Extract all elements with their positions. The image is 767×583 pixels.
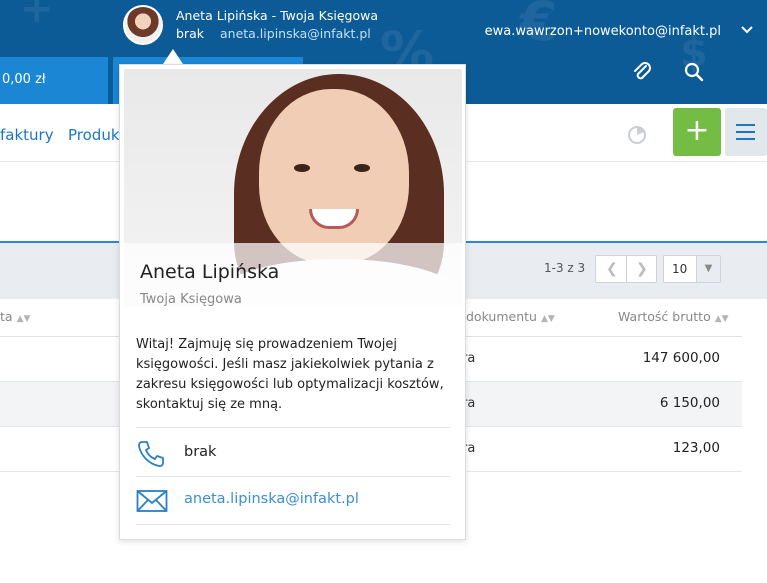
gross-value-cell: 123,00 (672, 440, 720, 456)
hamburger-line (736, 131, 755, 133)
column-header-label: dokumentu (466, 309, 537, 324)
column-header-date[interactable]: ta ▲▼ (0, 309, 30, 324)
chevron-down-icon[interactable] (741, 24, 753, 38)
add-button[interactable]: + (673, 108, 721, 156)
popover-phone: brak (184, 444, 217, 460)
column-header-document-type[interactable]: dokumentu ▲▼ (466, 309, 555, 324)
next-page-button[interactable]: ❯ (636, 261, 648, 277)
divider (136, 427, 450, 428)
accountant-email-link[interactable]: aneta.lipinska@infakt.pl (220, 26, 371, 41)
sort-icon[interactable]: ▲▼ (17, 314, 31, 324)
balance-tile[interactable]: 0,00 zł (0, 57, 108, 104)
popover-accountant-role: Twoja Księgowa (140, 292, 242, 307)
accountant-avatar[interactable] (123, 5, 163, 45)
popover-accountant-name: Aneta Lipińska (140, 261, 280, 283)
search-icon[interactable] (684, 62, 704, 82)
pagination-info: 1-3 z 3 (544, 261, 586, 275)
column-header-label: ta (0, 309, 13, 324)
divider (136, 476, 450, 477)
per-page-value: 10 (672, 262, 688, 276)
per-page-select[interactable]: 10 ▼ (663, 255, 721, 283)
accountant-phone: brak (176, 26, 204, 41)
photo-eye (354, 164, 370, 172)
photo-eye (294, 164, 310, 172)
sort-icon[interactable]: ▲▼ (541, 314, 555, 324)
photo-face (259, 89, 409, 264)
nav-item-produkty[interactable]: Produkt (68, 126, 125, 144)
column-header-gross-value[interactable]: Wartość brutto ▲▼ (618, 309, 729, 324)
hamburger-menu-button[interactable] (725, 108, 767, 156)
nav-item-faktury[interactable]: faktury (0, 126, 54, 144)
accountant-popover: Aneta Lipińska Twoja Księgowa Witaj! Zaj… (119, 64, 466, 540)
pie-chart-icon[interactable] (627, 125, 647, 145)
pagination-divider (626, 256, 627, 282)
paperclip-icon[interactable] (630, 60, 654, 84)
pagination-controls: ❮ ❯ (595, 255, 657, 283)
phone-icon (136, 439, 166, 469)
popover-arrow (163, 49, 183, 64)
gross-value-cell: 6 150,00 (659, 395, 720, 411)
popover-description: Witaj! Zajmuję się prowadzeniem Twojej k… (136, 337, 444, 412)
hamburger-line (736, 138, 755, 140)
accountant-name[interactable]: Aneta Lipińska - Twoja Księgowa (176, 8, 378, 23)
balance-value: 0,00 zł (2, 72, 46, 87)
sort-icon[interactable]: ▲▼ (715, 314, 729, 324)
popover-email-link[interactable]: aneta.lipinska@infakt.pl (184, 491, 359, 507)
gross-value-cell: 147 600,00 (642, 350, 720, 366)
prev-page-button[interactable]: ❮ (606, 261, 618, 277)
page: % € $ + Aneta Lipińska - Twoja Księgowa … (0, 0, 767, 583)
user-account-email[interactable]: ewa.wawrzon+nowekonto@infakt.pl (485, 24, 721, 39)
divider (136, 524, 450, 525)
column-header-label: Wartość brutto (618, 309, 711, 324)
background-decoration: + (20, 0, 54, 32)
envelope-icon (136, 489, 168, 513)
hamburger-line (736, 124, 755, 126)
chevron-down-icon[interactable]: ▼ (696, 256, 720, 282)
